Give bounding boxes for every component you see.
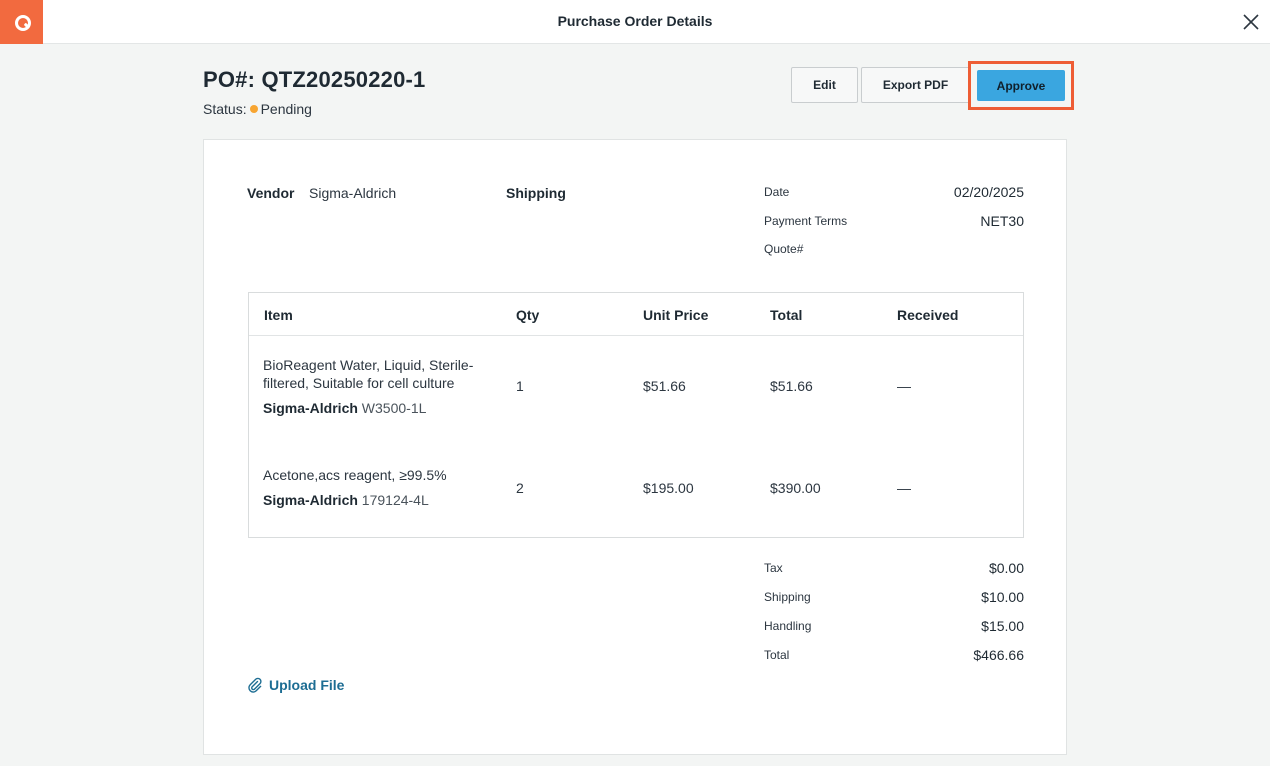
date-label: Date — [764, 185, 790, 199]
header-unit-price: Unit Price — [643, 307, 709, 323]
vendor-value: Sigma-Aldrich — [309, 185, 397, 201]
header-total: Total — [770, 307, 803, 323]
po-card: Vendor Sigma-Aldrich Shipping Date 02/20… — [203, 139, 1067, 755]
items-table: Item Qty Unit Price Total Received BioRe… — [248, 292, 1024, 538]
vendor-label: Vendor — [247, 185, 295, 201]
item-vendor: Sigma-Aldrich — [263, 400, 358, 416]
payment-terms-value: NET30 — [980, 213, 1024, 229]
item-catalog: 179124-4L — [361, 492, 429, 508]
close-icon — [1243, 14, 1259, 30]
approve-button[interactable]: Approve — [977, 70, 1065, 101]
item-vendor-catalog: Sigma-Aldrich 179124-4L — [263, 492, 429, 508]
export-pdf-button[interactable]: Export PDF — [861, 67, 970, 103]
top-bar: Purchase Order Details — [0, 0, 1270, 44]
status-label: Status: — [203, 101, 247, 117]
item-catalog: W3500-1L — [361, 400, 427, 416]
approve-highlight: Approve — [968, 61, 1074, 110]
close-button[interactable] — [1240, 11, 1262, 33]
item-name: Acetone,acs reagent, ≥99.5% — [263, 467, 447, 483]
handling-value: $15.00 — [981, 618, 1024, 634]
item-vendor: Sigma-Aldrich — [263, 492, 358, 508]
item-total: $390.00 — [770, 480, 821, 496]
upload-file-label: Upload File — [269, 677, 345, 693]
item-received: — — [897, 378, 911, 394]
tax-label: Tax — [764, 561, 783, 575]
table-header: Item Qty Unit Price Total Received — [249, 293, 1023, 336]
item-name: BioReagent Water, Liquid, Sterile-filter… — [263, 357, 474, 391]
grand-total-label: Total — [764, 648, 790, 662]
status-dot-icon — [249, 105, 258, 113]
item-qty: 1 — [516, 378, 524, 394]
item-qty: 2 — [516, 480, 524, 496]
po-number: PO#: QTZ20250220-1 — [203, 67, 426, 92]
date-value: 02/20/2025 — [953, 184, 1024, 200]
modal-title: Purchase Order Details — [557, 13, 713, 29]
status-row: Status: Pending — [203, 101, 312, 117]
item-unit-price: $51.66 — [643, 378, 686, 394]
grand-total-value: $466.66 — [973, 647, 1024, 663]
item-total: $51.66 — [770, 378, 813, 394]
header-qty: Qty — [516, 307, 540, 323]
handling-label: Handling — [764, 619, 812, 633]
header-item: Item — [264, 307, 293, 323]
summary-shipping-value: $10.00 — [981, 589, 1024, 605]
summary-shipping-label: Shipping — [764, 590, 811, 604]
upload-file-link[interactable]: Upload File — [247, 677, 344, 693]
header-received: Received — [897, 307, 959, 323]
item-vendor-catalog: Sigma-Aldrich W3500-1L — [263, 400, 426, 416]
paperclip-icon — [248, 677, 262, 693]
tax-value: $0.00 — [988, 560, 1024, 576]
status-value: Pending — [260, 101, 312, 117]
edit-button[interactable]: Edit — [791, 67, 858, 103]
item-received: — — [897, 480, 911, 496]
item-unit-price: $195.00 — [643, 480, 694, 496]
shipping-label: Shipping — [506, 185, 566, 201]
quote-label: Quote# — [764, 242, 804, 256]
payment-terms-label: Payment Terms — [764, 214, 848, 228]
